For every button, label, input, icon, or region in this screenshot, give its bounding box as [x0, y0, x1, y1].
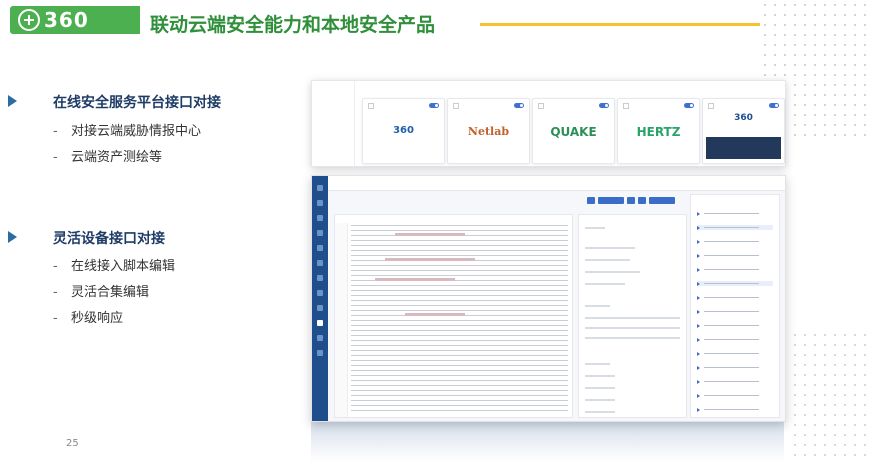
nav-rail	[312, 176, 328, 421]
function-item[interactable]	[697, 309, 773, 314]
list-item: - 在线接入脚本编辑	[53, 259, 176, 274]
brand-logo-quake: QUAKE	[550, 125, 597, 139]
toggle-switch[interactable]	[769, 103, 779, 108]
code-editor[interactable]	[334, 214, 573, 418]
integration-card-360-threat[interactable]: 360	[702, 98, 785, 164]
function-item[interactable]	[697, 393, 773, 398]
line-number-gutter	[335, 223, 348, 417]
toolbar-button[interactable]	[598, 197, 624, 204]
plus-circle-icon	[18, 9, 40, 31]
section-online-service: 在线安全服务平台接口对接 - 对接云端威胁情报中心 - 云端资产测绘等	[8, 92, 268, 172]
title-underline	[480, 23, 760, 26]
toolbar-button[interactable]	[638, 197, 646, 204]
brand-logo-netlab: Netlab	[467, 125, 510, 138]
function-item[interactable]	[697, 211, 773, 216]
toolbar-button[interactable]	[649, 197, 675, 204]
function-item[interactable]	[697, 323, 773, 328]
toolbar-button[interactable]	[627, 197, 635, 204]
function-item[interactable]	[697, 351, 773, 356]
brand-logo-360: 360	[734, 113, 753, 123]
code-highlight	[385, 258, 475, 261]
integration-card-360[interactable]: 360	[362, 98, 445, 164]
properties-panel	[578, 214, 687, 418]
script-editor-screenshot	[311, 175, 786, 422]
function-item[interactable]	[697, 253, 773, 258]
brand-logo-360: 360	[393, 125, 414, 136]
page-number: 25	[66, 438, 79, 449]
integration-card-hertz[interactable]: HERTZ	[617, 98, 700, 164]
checkbox[interactable]	[368, 103, 374, 109]
integration-card-quake[interactable]: QUAKE	[532, 98, 615, 164]
list-item: - 秒级响应	[53, 311, 124, 326]
section-heading: 灵活设备接口对接	[53, 231, 165, 247]
decorative-dot-grid-bottom	[790, 330, 869, 460]
checkbox[interactable]	[453, 103, 459, 109]
editor-toolbar	[587, 197, 675, 204]
toggle-switch[interactable]	[684, 103, 694, 108]
list-item: - 对接云端威胁情报中心	[53, 124, 202, 139]
function-item[interactable]	[697, 267, 773, 272]
code-lines	[351, 223, 568, 413]
integration-screenshot: 360 Netlab QUAKE HERTZ 360	[311, 80, 786, 167]
triangle-bullet-icon	[8, 95, 17, 107]
function-item[interactable]	[697, 379, 773, 384]
function-item[interactable]	[697, 337, 773, 342]
function-item[interactable]	[697, 281, 773, 286]
triangle-bullet-icon	[8, 231, 17, 243]
card-description-tooltip	[706, 137, 781, 159]
toolbar-button[interactable]	[587, 197, 595, 204]
integration-card-netlab[interactable]: Netlab	[447, 98, 530, 164]
list-item: - 灵活合集编辑	[53, 285, 150, 300]
toggle-switch[interactable]	[599, 103, 609, 108]
code-highlight	[405, 313, 465, 316]
code-highlight	[375, 278, 455, 281]
function-list-panel	[690, 194, 780, 418]
toggle-switch[interactable]	[429, 103, 439, 108]
logo: 360	[18, 8, 89, 32]
function-item[interactable]	[697, 239, 773, 244]
code-highlight	[395, 233, 465, 236]
function-item[interactable]	[697, 365, 773, 370]
screenshot-reflection	[311, 422, 784, 462]
screenshot-sidebar	[312, 81, 355, 166]
function-item[interactable]	[697, 295, 773, 300]
editor-topbar	[328, 176, 785, 191]
brand-logo-hertz: HERTZ	[636, 125, 681, 139]
checkbox[interactable]	[708, 103, 714, 109]
function-item[interactable]	[697, 225, 773, 230]
checkbox[interactable]	[538, 103, 544, 109]
function-item[interactable]	[697, 407, 773, 412]
list-item: - 云端资产测绘等	[53, 150, 163, 165]
slide-title: 联动云端安全能力和本地安全产品	[150, 14, 436, 36]
section-heading: 在线安全服务平台接口对接	[53, 95, 221, 111]
toggle-switch[interactable]	[514, 103, 524, 108]
checkbox[interactable]	[623, 103, 629, 109]
section-device-interface: 灵活设备接口对接 - 在线接入脚本编辑 - 灵活合集编辑 - 秒级响应	[8, 228, 268, 338]
logo-text: 360	[44, 8, 89, 32]
